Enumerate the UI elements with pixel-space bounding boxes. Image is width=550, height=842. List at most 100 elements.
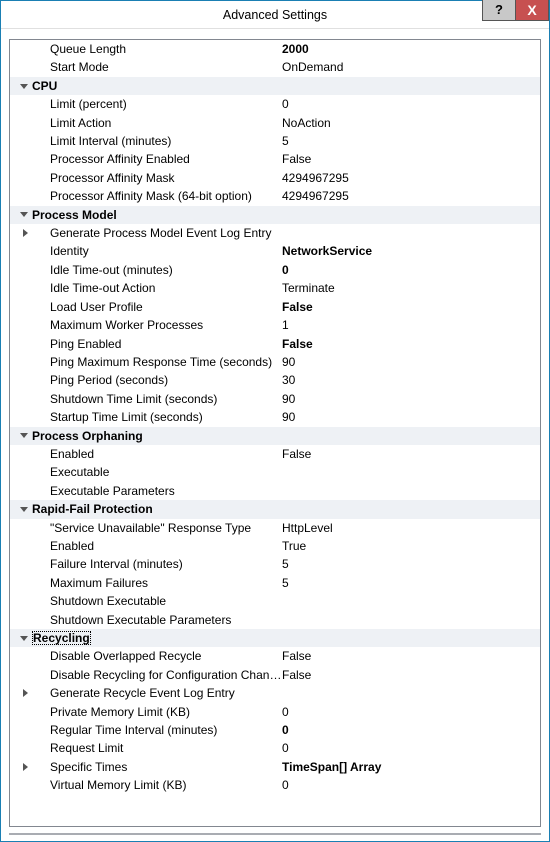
property-value[interactable]: False — [282, 298, 536, 316]
property-value[interactable]: 4294967295 — [282, 169, 536, 187]
property-value[interactable]: False — [282, 150, 536, 168]
property-label: Process Orphaning — [32, 427, 282, 445]
property-row[interactable]: Queue Length2000 — [10, 40, 540, 58]
property-label: Failure Interval (minutes) — [32, 555, 282, 573]
property-value[interactable]: False — [282, 445, 536, 463]
expand-gutter[interactable] — [10, 212, 32, 217]
property-value[interactable]: 2000 — [282, 40, 536, 58]
property-row[interactable]: Start ModeOnDemand — [10, 58, 540, 76]
property-row[interactable]: Generate Recycle Event Log Entry — [10, 684, 540, 702]
property-label: Ping Enabled — [32, 335, 282, 353]
property-value[interactable]: 5 — [282, 555, 536, 573]
property-category[interactable]: Recycling — [10, 629, 540, 647]
property-row[interactable]: Shutdown Executable — [10, 592, 540, 610]
property-row[interactable]: Disable Overlapped RecycleFalse — [10, 647, 540, 665]
property-label: Recycling — [32, 629, 282, 647]
property-label: Identity — [32, 242, 282, 260]
property-row[interactable]: Shutdown Time Limit (seconds)90 — [10, 390, 540, 408]
property-row[interactable]: Specific TimesTimeSpan[] Array — [10, 758, 540, 776]
property-label: Executable Parameters — [32, 482, 282, 500]
expand-gutter[interactable] — [10, 84, 32, 89]
property-row[interactable]: Load User ProfileFalse — [10, 298, 540, 316]
property-value[interactable]: 30 — [282, 371, 536, 389]
property-value[interactable]: True — [282, 537, 536, 555]
property-row[interactable]: Private Memory Limit (KB)0 — [10, 703, 540, 721]
property-value[interactable]: 90 — [282, 353, 536, 371]
property-row[interactable]: Limit Interval (minutes)5 — [10, 132, 540, 150]
property-row[interactable]: Disable Recycling for Configuration Chan… — [10, 666, 540, 684]
property-row[interactable]: Request Limit0 — [10, 739, 540, 757]
property-value[interactable]: NoAction — [282, 114, 536, 132]
property-label: Generate Recycle Event Log Entry — [32, 684, 282, 702]
property-row[interactable]: Executable Parameters — [10, 482, 540, 500]
property-value[interactable]: 0 — [282, 95, 536, 113]
property-value[interactable]: TimeSpan[] Array — [282, 758, 536, 776]
property-value[interactable]: 5 — [282, 574, 536, 592]
property-value[interactable]: False — [282, 647, 536, 665]
property-row[interactable]: Generate Process Model Event Log Entry — [10, 224, 540, 242]
close-button[interactable]: X — [515, 0, 549, 21]
chevron-right-icon — [23, 689, 28, 697]
property-row[interactable]: Ping Maximum Response Time (seconds)90 — [10, 353, 540, 371]
chevron-down-icon — [20, 433, 28, 438]
property-label: Limit Interval (minutes) — [32, 132, 282, 150]
property-row[interactable]: EnabledTrue — [10, 537, 540, 555]
property-label: Maximum Failures — [32, 574, 282, 592]
property-value[interactable]: OnDemand — [282, 58, 536, 76]
expand-gutter[interactable] — [10, 507, 32, 512]
property-value[interactable]: False — [282, 335, 536, 353]
property-row[interactable]: Idle Time-out ActionTerminate — [10, 279, 540, 297]
property-row[interactable]: "Service Unavailable" Response TypeHttpL… — [10, 519, 540, 537]
property-row[interactable]: Shutdown Executable Parameters — [10, 611, 540, 629]
property-row[interactable]: Startup Time Limit (seconds)90 — [10, 408, 540, 426]
property-label: Rapid-Fail Protection — [32, 500, 282, 518]
expand-gutter[interactable] — [10, 689, 32, 697]
property-value[interactable]: HttpLevel — [282, 519, 536, 537]
expand-gutter[interactable] — [10, 433, 32, 438]
property-label: Processor Affinity Mask — [32, 169, 282, 187]
property-value[interactable]: 5 — [282, 132, 536, 150]
property-value[interactable]: 90 — [282, 390, 536, 408]
property-row[interactable]: Maximum Failures5 — [10, 574, 540, 592]
property-label: Load User Profile — [32, 298, 282, 316]
expand-gutter[interactable] — [10, 636, 32, 641]
window-controls: ? X — [483, 0, 549, 21]
property-row[interactable]: EnabledFalse — [10, 445, 540, 463]
property-row[interactable]: Executable — [10, 463, 540, 481]
property-value[interactable]: NetworkService — [282, 242, 536, 260]
property-row[interactable]: Processor Affinity EnabledFalse — [10, 150, 540, 168]
property-row[interactable]: Idle Time-out (minutes)0 — [10, 261, 540, 279]
help-button[interactable]: ? — [482, 0, 516, 21]
property-value[interactable]: 0 — [282, 739, 536, 757]
property-row[interactable]: Failure Interval (minutes)5 — [10, 555, 540, 573]
property-category[interactable]: Rapid-Fail Protection — [10, 500, 540, 518]
property-category[interactable]: Process Orphaning — [10, 427, 540, 445]
property-row[interactable]: Maximum Worker Processes1 — [10, 316, 540, 334]
property-row[interactable]: Regular Time Interval (minutes)0 — [10, 721, 540, 739]
property-row[interactable]: Limit ActionNoAction — [10, 114, 540, 132]
property-row[interactable]: Limit (percent)0 — [10, 95, 540, 113]
property-row[interactable]: Ping EnabledFalse — [10, 335, 540, 353]
property-row[interactable]: IdentityNetworkService — [10, 242, 540, 260]
property-label: "Service Unavailable" Response Type — [32, 519, 282, 537]
property-category[interactable]: Process Model — [10, 206, 540, 224]
expand-gutter[interactable] — [10, 229, 32, 237]
property-value[interactable]: 0 — [282, 776, 536, 794]
property-value[interactable]: 0 — [282, 703, 536, 721]
property-row[interactable]: Processor Affinity Mask (64-bit option)4… — [10, 187, 540, 205]
property-value[interactable]: 4294967295 — [282, 187, 536, 205]
property-grid-scroll[interactable]: Queue Length2000Start ModeOnDemandCPULim… — [10, 40, 540, 826]
property-value[interactable]: 90 — [282, 408, 536, 426]
property-value[interactable]: 0 — [282, 261, 536, 279]
property-row[interactable]: Processor Affinity Mask4294967295 — [10, 169, 540, 187]
property-row[interactable]: Ping Period (seconds)30 — [10, 371, 540, 389]
property-label: Startup Time Limit (seconds) — [32, 408, 282, 426]
property-value[interactable]: 0 — [282, 721, 536, 739]
property-label: Limit Action — [32, 114, 282, 132]
property-value[interactable]: Terminate — [282, 279, 536, 297]
expand-gutter[interactable] — [10, 763, 32, 771]
property-row[interactable]: Virtual Memory Limit (KB)0 — [10, 776, 540, 794]
property-value[interactable]: False — [282, 666, 536, 684]
property-value[interactable]: 1 — [282, 316, 536, 334]
property-category[interactable]: CPU — [10, 77, 540, 95]
